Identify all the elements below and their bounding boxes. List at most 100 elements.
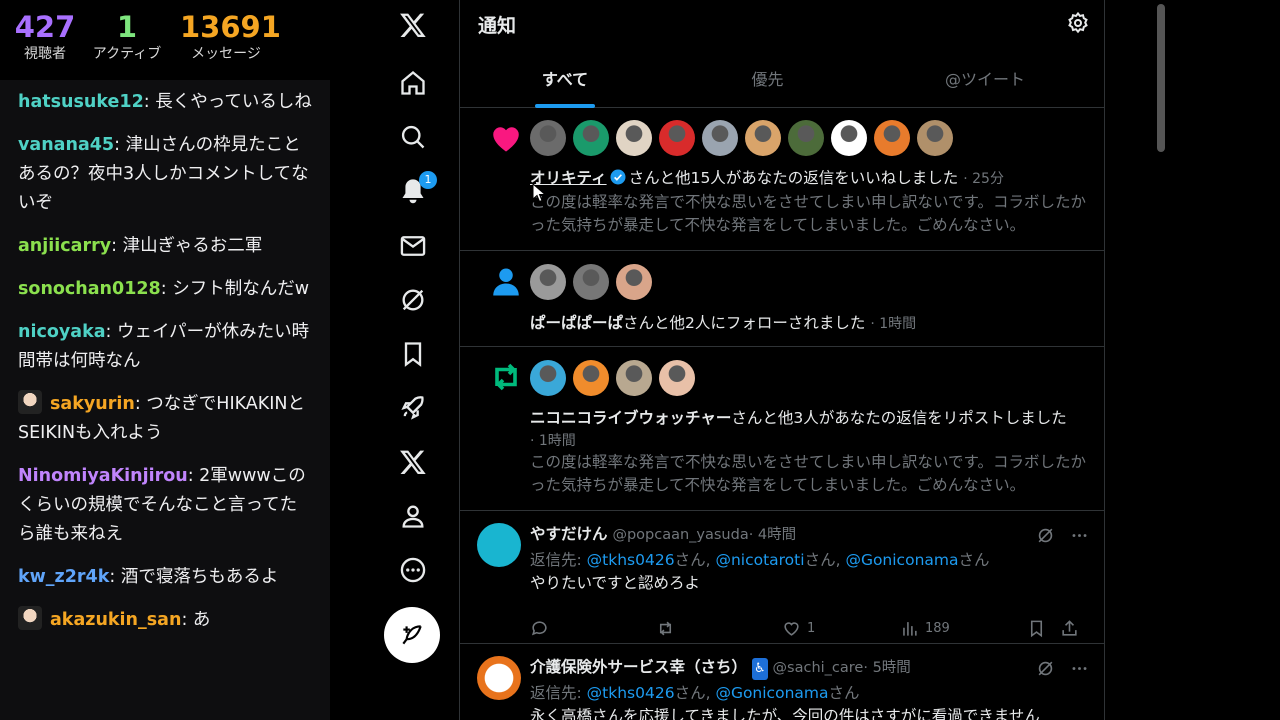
follow-actor-name[interactable]: ぱーぱぱーぱ bbox=[530, 314, 623, 332]
bookmarks-icon[interactable] bbox=[388, 332, 438, 376]
rocket-icon[interactable] bbox=[388, 386, 438, 430]
repost-notification-time: · 1時間 bbox=[530, 433, 576, 449]
avatar[interactable] bbox=[616, 120, 652, 156]
notifications-icon[interactable]: 1 bbox=[388, 169, 438, 213]
avatar[interactable] bbox=[874, 120, 910, 156]
repost-notification-message: さんと他3人があなたの返信をリポストしました bbox=[731, 409, 1067, 427]
active-count-label: アクティブ bbox=[92, 46, 162, 62]
avatar[interactable] bbox=[573, 120, 609, 156]
like-button[interactable]: 1 bbox=[782, 619, 815, 638]
home-icon[interactable] bbox=[388, 61, 438, 105]
reply-icon bbox=[531, 621, 547, 636]
views-button[interactable]: 189 bbox=[900, 619, 950, 638]
repost-notification[interactable]: ニコニコライブウォッチャーさんと他3人があなたの返信をリポストしました · 1時… bbox=[460, 347, 1104, 511]
avatar[interactable] bbox=[745, 120, 781, 156]
avatar[interactable] bbox=[530, 264, 566, 300]
repost-actor-name[interactable]: ニコニコライブウォッチャー bbox=[530, 409, 731, 427]
reposter-avatars bbox=[530, 360, 695, 396]
chat-username[interactable]: akazukin_san bbox=[50, 610, 181, 630]
chat-username[interactable]: hatsusuke12 bbox=[18, 92, 144, 112]
tweet-time[interactable]: · 4時間 bbox=[749, 527, 796, 543]
reply-tweet[interactable]: やすだけん @popcaan_yasuda· 4時間 返信先: @tkhs042… bbox=[460, 511, 1104, 644]
tweet-author-name[interactable]: 介護保険外サービス幸（さち） bbox=[530, 658, 747, 676]
profile-icon[interactable] bbox=[388, 494, 438, 538]
notification-badge: 1 bbox=[419, 171, 437, 189]
chat-message-list: hatsusuke12: 長くやっているしね vanana45: 津山さんの枠見た… bbox=[0, 80, 330, 720]
chat-message: nicoyaka: ウェイパーが休みたい時間帯は何時なん bbox=[18, 318, 312, 376]
honorific: さん bbox=[674, 684, 706, 702]
chat-separator: : bbox=[160, 279, 173, 299]
avatar[interactable] bbox=[831, 120, 867, 156]
like-notification[interactable]: オリキティ さんと他15人があなたの返信をいいねしました · 25分 この度は軽率… bbox=[460, 108, 1104, 251]
share-button[interactable] bbox=[1060, 619, 1079, 638]
tweet-time[interactable]: · 5時間 bbox=[863, 660, 910, 676]
mention-link[interactable]: @tkhs0426 bbox=[587, 551, 675, 569]
avatar[interactable] bbox=[702, 120, 738, 156]
accessibility-badge: ♿ bbox=[751, 658, 768, 680]
chat-username[interactable]: nicoyaka bbox=[18, 322, 106, 342]
mention-link[interactable]: @Goniconama bbox=[715, 684, 828, 702]
follow-notification-time: · 1時間 bbox=[870, 316, 917, 332]
more-options-icon[interactable] bbox=[1068, 525, 1090, 545]
premium-x-icon[interactable] bbox=[388, 440, 438, 484]
tweet-author-handle[interactable]: @popcaan_yasuda bbox=[612, 527, 748, 543]
avatar[interactable] bbox=[616, 264, 652, 300]
grok-icon[interactable] bbox=[388, 278, 438, 322]
scrollbar-thumb[interactable] bbox=[1157, 4, 1165, 152]
liker-avatars bbox=[530, 120, 953, 156]
tab-priority[interactable]: 優先 bbox=[710, 58, 825, 108]
avatar[interactable] bbox=[573, 360, 609, 396]
settings-gear-icon[interactable] bbox=[1066, 11, 1090, 35]
avatar[interactable] bbox=[788, 120, 824, 156]
tweet-author-handle[interactable]: @sachi_care bbox=[773, 660, 864, 676]
more-icon[interactable] bbox=[388, 548, 438, 592]
avatar[interactable] bbox=[616, 360, 652, 396]
chat-text: シフト制なんだw bbox=[172, 279, 310, 299]
stream-stats: 427 視聴者 1 アクティブ 13691 メッセージ bbox=[0, 0, 330, 80]
more-options-icon[interactable] bbox=[1068, 658, 1090, 678]
viewer-count-label: 視聴者 bbox=[24, 46, 66, 62]
chat-username[interactable]: anjiicarry bbox=[18, 236, 111, 256]
honorific: さん bbox=[828, 684, 860, 702]
avatar[interactable] bbox=[530, 120, 566, 156]
avatar[interactable] bbox=[530, 360, 566, 396]
tweet-tools bbox=[1034, 525, 1090, 545]
avatar[interactable] bbox=[659, 360, 695, 396]
chat-separator: : bbox=[181, 610, 193, 630]
chat-separator: : bbox=[114, 135, 126, 155]
message-count: 13691 メッセージ bbox=[180, 10, 281, 64]
tweet-body: やりたいですと認めろよ bbox=[530, 574, 701, 592]
chat-text: 長くやっているしね bbox=[155, 92, 312, 112]
avatar[interactable] bbox=[477, 523, 521, 567]
tweet-author-name[interactable]: やすだけん bbox=[530, 525, 608, 543]
follow-notification[interactable]: ぱーぱぱーぱさんと他2人にフォローされました · 1時間 bbox=[460, 251, 1104, 347]
repost-button[interactable] bbox=[656, 619, 675, 638]
chat-username[interactable]: NinomiyaKinjirou bbox=[18, 466, 188, 486]
search-icon[interactable] bbox=[388, 115, 438, 159]
repost-icon bbox=[495, 363, 517, 391]
bookmark-button[interactable] bbox=[1027, 619, 1046, 638]
grok-icon[interactable] bbox=[1034, 525, 1056, 545]
avatar[interactable] bbox=[573, 264, 609, 300]
avatar[interactable] bbox=[477, 656, 521, 700]
avatar[interactable] bbox=[917, 120, 953, 156]
chat-separator: : bbox=[105, 322, 117, 342]
chat-username[interactable]: kw_z2r4k bbox=[18, 567, 109, 587]
tab-all[interactable]: すべて bbox=[505, 58, 625, 108]
chat-user-avatar bbox=[18, 606, 42, 630]
reply-tweet[interactable]: 介護保険外サービス幸（さち） ♿ @sachi_care· 5時間 返信先: @… bbox=[460, 644, 1104, 720]
grok-icon[interactable] bbox=[1034, 658, 1056, 678]
avatar[interactable] bbox=[659, 120, 695, 156]
compose-post-button[interactable] bbox=[384, 607, 440, 663]
messages-icon[interactable] bbox=[388, 224, 438, 268]
tweet-header: 介護保険外サービス幸（さち） ♿ @sachi_care· 5時間 bbox=[530, 656, 911, 680]
mention-link[interactable]: @Goniconama bbox=[845, 551, 958, 569]
tab-mentions[interactable]: @ツイート bbox=[920, 58, 1050, 108]
chat-username[interactable]: vanana45 bbox=[18, 135, 114, 155]
reply-button[interactable] bbox=[530, 619, 549, 638]
x-logo-icon[interactable] bbox=[388, 3, 438, 47]
chat-username[interactable]: sakyurin bbox=[50, 394, 135, 414]
mention-link[interactable]: @tkhs0426 bbox=[587, 684, 675, 702]
chat-username[interactable]: sonochan0128 bbox=[18, 279, 161, 299]
mention-link[interactable]: @nicotaroti bbox=[715, 551, 804, 569]
